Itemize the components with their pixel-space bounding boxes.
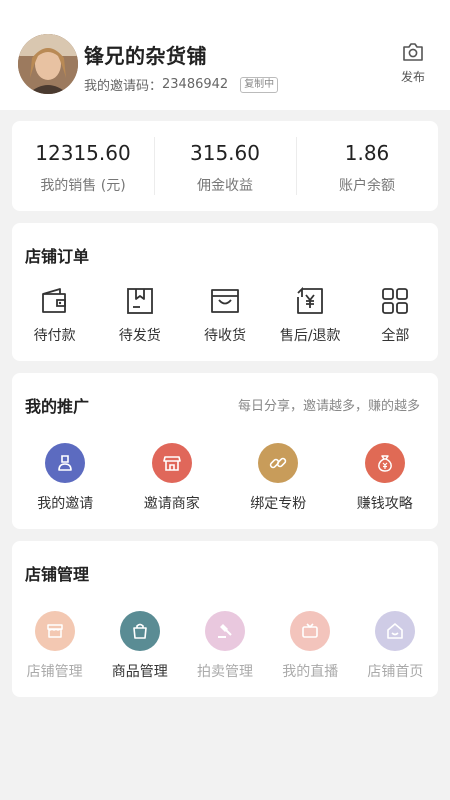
stat-commission[interactable]: 315.60 佣金收益 (154, 121, 296, 211)
promo-label: 赚钱攻略 (356, 496, 413, 512)
manage-live[interactable]: 我的直播 (268, 611, 353, 681)
stat-value: 1.86 (344, 141, 390, 165)
publish-button[interactable]: 发布 (398, 42, 428, 85)
money-bag-icon (364, 443, 405, 483)
manage-auction[interactable]: 拍卖管理 (182, 611, 267, 681)
refund-icon (268, 285, 353, 317)
manage-shop[interactable]: 店铺管理 (12, 611, 97, 681)
copy-badge[interactable]: 复制中 (240, 76, 279, 93)
section-title: 店铺管理 (25, 565, 90, 584)
promo-my-invites[interactable]: 我的邀请 (12, 443, 119, 513)
order-after-sales[interactable]: 售后/退款 (268, 285, 353, 345)
promo-label: 我的邀请 (37, 496, 94, 512)
invite-code-label: 我的邀请码： (84, 79, 163, 94)
manage-shop-home[interactable]: 店铺首页 (353, 611, 438, 681)
order-pending-shipment[interactable]: 待发货 (97, 285, 182, 345)
promotion-row: 我的邀请 邀请商家 绑定专粉 赚钱攻略 (12, 443, 438, 513)
cart-icon (182, 285, 267, 317)
gavel-icon (205, 611, 245, 651)
publish-label: 发布 (400, 70, 425, 84)
manage-label: 店铺首页 (367, 664, 424, 680)
shop-name: 锋兄的杂货铺 (84, 44, 207, 68)
stat-label: 佣金收益 (197, 178, 253, 194)
order-all[interactable]: 全部 (353, 285, 438, 345)
management-row: 店铺管理 商品管理 拍卖管理 我的直播 店铺首页 (12, 611, 438, 681)
section-subtitle: 每日分享，邀请越多，赚的越多 (237, 399, 420, 414)
order-label: 售后/退款 (279, 328, 341, 344)
manage-label: 店铺管理 (26, 664, 83, 680)
order-label: 待发货 (118, 328, 161, 344)
promo-invite-merchant[interactable]: 邀请商家 (119, 443, 226, 513)
wallet-icon (12, 285, 97, 317)
manage-label: 商品管理 (111, 664, 168, 680)
camera-icon (402, 43, 424, 66)
stat-balance[interactable]: 1.86 账户余额 (296, 121, 438, 211)
invite-icon (45, 443, 86, 483)
stat-sales[interactable]: 12315.60 我的销售 (元) (12, 121, 154, 211)
stats-card: 12315.60 我的销售 (元) 315.60 佣金收益 1.86 账户余额 (12, 121, 438, 211)
manage-products[interactable]: 商品管理 (97, 611, 182, 681)
invite-code-row: 我的邀请码： 23486942 复制中 (84, 75, 279, 94)
my-promotion-card: 我的推广 每日分享，邀请越多，赚的越多 我的邀请 邀请商家 绑定专粉 赚钱攻略 (12, 373, 438, 529)
manage-label: 我的直播 (282, 664, 339, 680)
invite-code-value: 23486942 (162, 77, 229, 92)
profile-header: 锋兄的杂货铺 我的邀请码： 23486942 复制中 发布 (0, 0, 450, 110)
shop-orders-card: 店铺订单 待付款 待发货 待收货 售后/退款 全部 (12, 223, 438, 361)
promo-label: 邀请商家 (143, 496, 200, 512)
stat-value: 315.60 (190, 141, 260, 165)
tv-icon (290, 611, 331, 651)
shop-management-card: 店铺管理 店铺管理 商品管理 拍卖管理 我的直播 店铺首页 (12, 541, 438, 697)
link-icon (258, 443, 299, 483)
shop-icon (34, 611, 75, 651)
stat-value: 12315.60 (35, 141, 131, 165)
section-title: 店铺订单 (25, 247, 90, 266)
promo-money-guide[interactable]: 赚钱攻略 (332, 443, 439, 513)
avatar[interactable] (18, 34, 78, 94)
section-title: 我的推广 (25, 397, 90, 416)
order-label: 待付款 (33, 328, 76, 344)
manage-label: 拍卖管理 (197, 664, 253, 680)
stat-label: 我的销售 (元) (40, 178, 126, 194)
box-icon (97, 285, 182, 317)
grid-icon (353, 285, 438, 317)
order-label: 待收货 (204, 328, 246, 344)
bag-icon (119, 611, 160, 651)
stat-label: 账户余额 (339, 178, 395, 194)
home-icon (375, 611, 416, 651)
promo-bind-fans[interactable]: 绑定专粉 (225, 443, 332, 513)
order-pending-receipt[interactable]: 待收货 (182, 285, 267, 345)
order-pending-payment[interactable]: 待付款 (12, 285, 97, 345)
promo-label: 绑定专粉 (250, 496, 307, 512)
order-label: 全部 (381, 328, 410, 344)
order-status-row: 待付款 待发货 待收货 售后/退款 全部 (12, 285, 438, 345)
store-icon (151, 443, 192, 483)
